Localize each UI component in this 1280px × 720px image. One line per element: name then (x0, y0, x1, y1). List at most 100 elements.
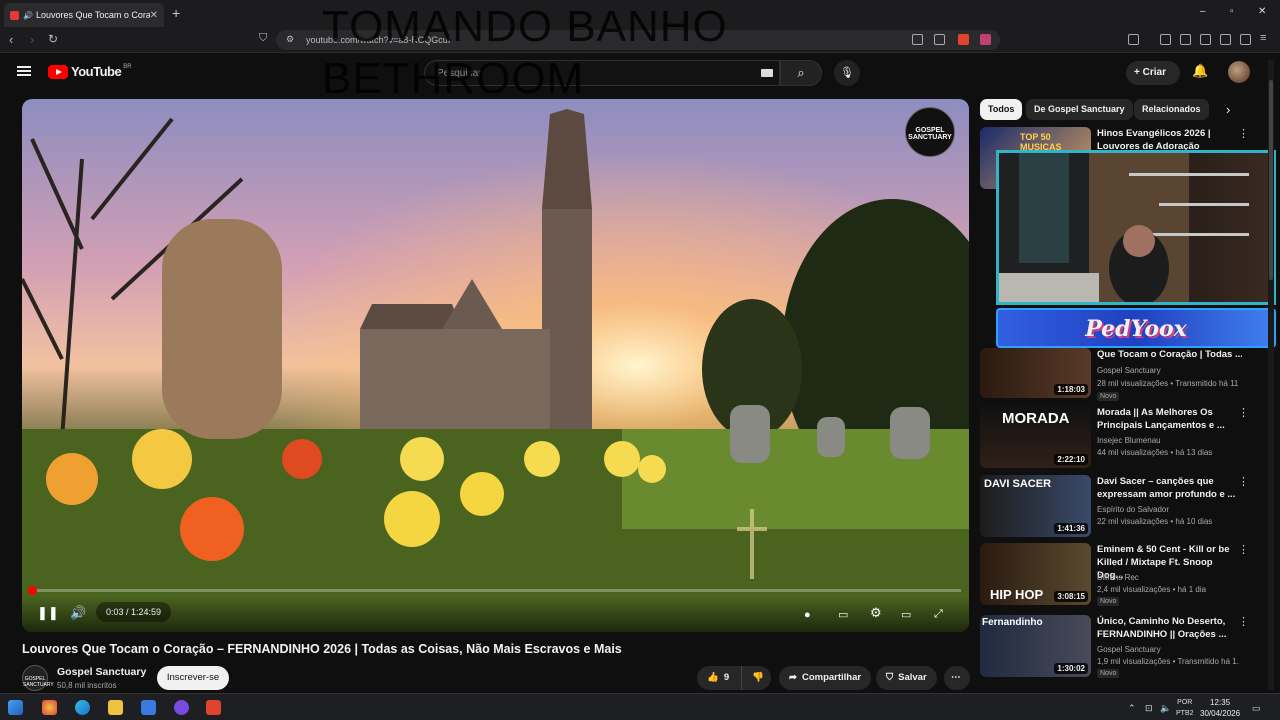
share-icon[interactable] (934, 34, 945, 45)
search-input[interactable]: Pesquisar (424, 60, 780, 86)
file-explorer-icon[interactable] (108, 700, 123, 715)
duration-badge: 1:30:02 (1054, 663, 1088, 674)
list-item[interactable]: Fernandinho 1:30:02 Único, Caminho No De… (980, 615, 1260, 681)
video-thumbnail[interactable]: HIP HOP 3:08:15 (980, 543, 1091, 605)
account-avatar[interactable] (1228, 61, 1250, 83)
search-button[interactable]: ⌕ (780, 60, 822, 86)
rewards-icon[interactable] (980, 34, 991, 45)
channel-name[interactable]: Gospel Sanctuary (1097, 366, 1161, 375)
fullscreen-icon[interactable]: ⤢ (934, 608, 943, 621)
leo-icon[interactable] (1220, 34, 1231, 45)
system-clock[interactable]: 12:35 30/04/2026 (1200, 697, 1240, 719)
store-icon[interactable] (141, 700, 156, 715)
keyboard-icon[interactable] (761, 69, 773, 77)
volume-icon[interactable]: 🔊 (70, 605, 86, 621)
video-thumbnail[interactable]: DAVI SACER 1:41:36 (980, 475, 1091, 537)
back-icon[interactable]: ‹ (9, 32, 13, 47)
hamburger-menu-icon[interactable] (17, 66, 31, 76)
settings-gear-icon[interactable]: ⚙ (870, 605, 882, 621)
progress-bar[interactable] (28, 586, 961, 595)
speaker-icon[interactable]: 🔊 (23, 11, 33, 20)
copilot-icon[interactable] (42, 700, 57, 715)
more-options-icon[interactable]: ⋮ (1238, 475, 1249, 488)
list-item[interactable]: HIP HOP 3:08:15 Eminem & 50 Cent - Kill … (980, 543, 1260, 606)
video-title[interactable]: Davi Sacer – canções que expressam amor … (1097, 475, 1237, 501)
duration-badge: 2:22:10 (1054, 454, 1088, 465)
music-icon[interactable] (1160, 34, 1171, 45)
chip-related[interactable]: Relacionados (1134, 99, 1209, 120)
new-tab-button[interactable]: + (172, 5, 180, 21)
vpn-icon[interactable] (1240, 34, 1251, 45)
more-options-icon[interactable]: ⋮ (1238, 543, 1249, 556)
chevron-right-icon[interactable]: › (1226, 102, 1230, 117)
channel-name[interactable]: Gospel Sanctuary (57, 666, 146, 678)
site-info-icon[interactable]: ⚙ (286, 34, 294, 45)
pause-icon[interactable]: ❚❚ (37, 605, 59, 621)
maximize-button[interactable]: ▫ (1230, 6, 1234, 17)
channel-avatar[interactable]: GOSPEL SANCTUARY (22, 665, 54, 691)
more-options-icon[interactable]: ⋮ (1238, 615, 1249, 628)
video-thumbnail[interactable]: 1:18:03 (980, 348, 1091, 398)
wallet-icon[interactable] (1200, 34, 1211, 45)
extension-icon[interactable] (1128, 34, 1139, 45)
obs-icon[interactable] (174, 700, 189, 715)
voice-search-button[interactable]: 🎙 (834, 60, 860, 86)
scrubber-handle[interactable] (28, 586, 37, 595)
video-player[interactable]: GOSPEL SANCTUARY ❚❚ 🔊 0:03 / 1:24:59 ● ▭… (22, 99, 969, 632)
cast-icon[interactable] (912, 34, 923, 45)
list-item[interactable]: MORADA 2:22:10 Morada || As Melhores Os … (980, 406, 1260, 468)
list-item[interactable]: DAVI SACER 1:41:36 Davi Sacer – canções … (980, 475, 1260, 537)
more-options-icon[interactable]: ⋮ (1238, 406, 1249, 419)
create-button[interactable]: + Criar (1126, 61, 1180, 85)
chip-channel[interactable]: De Gospel Sanctuary (1026, 99, 1133, 120)
close-tab-icon[interactable]: ✕ (150, 10, 158, 21)
sidebar-icon[interactable] (1180, 34, 1191, 45)
tray-chevron-icon[interactable]: ⌃ (1128, 703, 1136, 714)
reload-icon[interactable]: ↻ (48, 32, 58, 46)
notifications-bell-icon[interactable]: 🔔 (1192, 63, 1208, 79)
save-button[interactable]: ⛉ Salvar (876, 666, 937, 690)
share-button[interactable]: ➦ Compartilhar (779, 666, 872, 690)
search-icon: ⌕ (797, 65, 805, 80)
channel-name[interactable]: Espírito do Salvador (1097, 505, 1169, 514)
youtube-logo[interactable]: YouTube BR (48, 64, 132, 79)
channel-name[interactable]: Insejec Blumenau (1097, 436, 1161, 445)
page-scrollbar[interactable] (1268, 60, 1274, 690)
browser-tab[interactable]: 🔊 Louvores Que Tocam o Coraç... ✕ (4, 3, 164, 27)
video-thumbnail[interactable]: MORADA 2:22:10 (980, 406, 1091, 468)
dislike-button[interactable]: 👎 (741, 666, 771, 690)
video-title[interactable]: Único, Caminho No Deserto, FERNANDINHO |… (1097, 615, 1237, 641)
more-actions-button[interactable]: ⋯ (944, 666, 970, 690)
bookmark-icon[interactable]: ⛉ (259, 32, 267, 45)
subscribe-button[interactable]: Inscrever-se (157, 666, 229, 690)
subtitles-icon[interactable]: ▭ (838, 608, 848, 621)
chip-todos[interactable]: Todos (980, 99, 1023, 120)
close-window-button[interactable]: ✕ (1258, 6, 1266, 17)
list-item[interactable]: 1:18:03 Que Tocam o Coração | Todas ... … (980, 348, 1260, 410)
thumbnail-text: Fernandinho (982, 617, 1043, 628)
channel-name[interactable]: Billions Rec (1097, 573, 1139, 582)
windows-start-icon[interactable] (8, 700, 23, 715)
microphone-icon: 🎙 (840, 67, 854, 79)
minimize-button[interactable]: – (1200, 6, 1206, 17)
brave-shield-icon[interactable] (958, 34, 969, 45)
save-label: Salvar (898, 672, 927, 683)
brave-icon[interactable] (206, 700, 221, 715)
edge-icon[interactable] (75, 700, 90, 715)
theater-mode-icon[interactable]: ▭ (901, 608, 911, 621)
language-indicator[interactable]: POR PTB2 (1176, 697, 1194, 719)
autoplay-toggle-icon[interactable]: ● (804, 609, 811, 621)
video-title[interactable]: Morada || As Melhores Os Principais Lanç… (1097, 406, 1237, 432)
video-title[interactable]: Que Tocam o Coração | Todas ... (1097, 348, 1242, 361)
scrollbar-thumb[interactable] (1269, 80, 1273, 280)
network-icon[interactable]: ⊡ (1145, 703, 1153, 714)
address-bar[interactable]: ⚙ youtube.com/watch?v=a8-RCQGcuI (276, 30, 1000, 50)
notification-center-icon[interactable]: ▭ (1252, 703, 1261, 714)
more-options-icon[interactable]: ⋮ (1238, 127, 1249, 140)
forward-icon[interactable]: › (30, 32, 34, 47)
video-thumbnail[interactable]: Fernandinho 1:30:02 (980, 615, 1091, 677)
channel-name[interactable]: Gospel Sanctuary (1097, 645, 1161, 654)
menu-icon[interactable]: ≡ (1260, 32, 1266, 44)
like-button[interactable]: 👍 9 (697, 666, 741, 690)
volume-tray-icon[interactable]: 🔈 (1160, 703, 1171, 714)
